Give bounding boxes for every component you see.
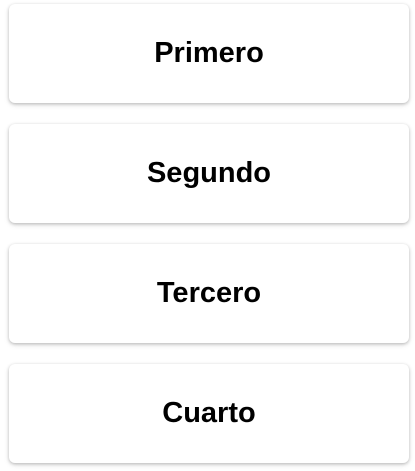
card-primero[interactable]: Primero	[9, 4, 409, 103]
card-cuarto[interactable]: Cuarto	[9, 364, 409, 463]
card-label: Segundo	[146, 157, 272, 189]
card-tercero[interactable]: Tercero	[9, 244, 409, 343]
card-list: Primero Segundo Tercero Cuarto	[0, 0, 415, 471]
card-label: Primero	[154, 37, 264, 69]
card-label: Cuarto	[162, 397, 256, 429]
card-segundo[interactable]: Segundo	[9, 124, 409, 223]
card-label: Tercero	[156, 277, 262, 309]
